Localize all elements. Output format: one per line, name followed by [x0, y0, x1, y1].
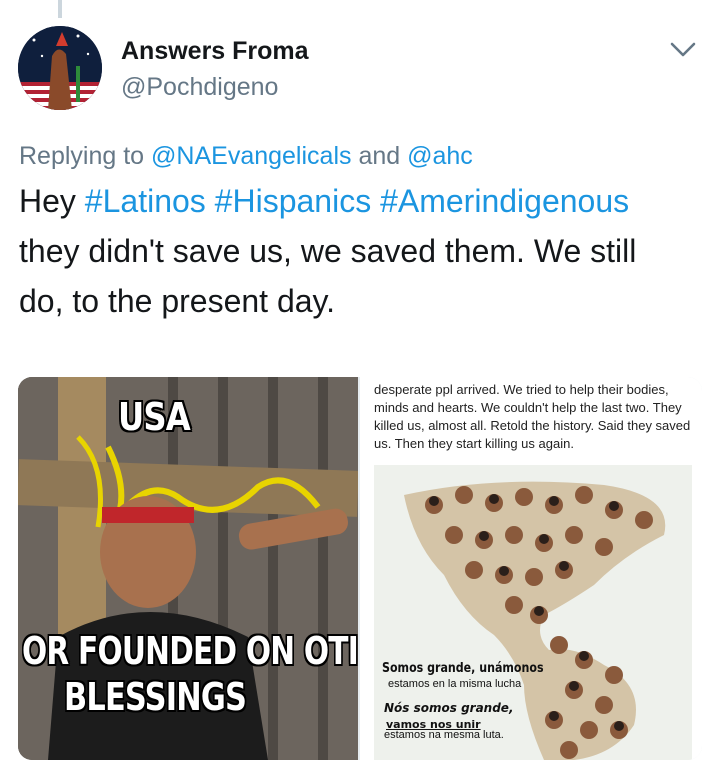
user-handle[interactable]: @Pochdigeno	[121, 72, 278, 102]
tweet-text-line3: do, to the present day.	[19, 283, 336, 319]
map-text-spanish-heading: Somos grande, unámonos	[382, 661, 544, 676]
chevron-down-icon[interactable]	[666, 36, 700, 62]
image-caption-text: desperate ppl arrived. We tried to help …	[374, 382, 691, 451]
map-text-portuguese-sub: estamos na mesma luta.	[384, 729, 504, 741]
peoples-of-americas-map: Somos grande, unámonos estamos en la mis…	[374, 465, 692, 760]
media-image-meme[interactable]: USA OR FOUNDED ON OTI BLESSINGS	[18, 377, 358, 760]
tweet-text-line2: they didn't save us, we saved them. We s…	[19, 233, 637, 269]
hashtag-hispanics[interactable]: #Hispanics	[215, 183, 372, 219]
media-gallery: USA OR FOUNDED ON OTI BLESSINGS desperat…	[18, 377, 702, 760]
meme-bottom-text-line1: OR FOUNDED ON OTI	[22, 629, 358, 673]
meme-bottom-text-line2: BLESSINGS	[64, 675, 247, 719]
avatar-image	[18, 26, 102, 110]
mention-ahc[interactable]: @ahc	[407, 142, 473, 170]
tweet-word-hey: Hey	[19, 183, 76, 219]
thread-connector-line	[58, 0, 62, 18]
hashtag-latinos[interactable]: #Latinos	[85, 183, 206, 219]
map-text-portuguese-heading: Nós somos grande,	[384, 701, 514, 715]
and-label: and	[358, 142, 401, 170]
display-name[interactable]: Answers Froma	[121, 36, 309, 66]
replying-to-line: Replying to @NAEvangelicals and @ahc	[19, 140, 473, 172]
media-image-map[interactable]: desperate ppl arrived. We tried to help …	[360, 377, 702, 760]
hashtag-amerindigenous[interactable]: #Amerindigenous	[380, 183, 629, 219]
americas-map-graphic	[374, 465, 692, 760]
meme-top-text: USA	[118, 395, 191, 439]
tweet-text: Hey #Latinos #Hispanics #Amerindigenous …	[19, 176, 709, 326]
mention-naevangelicals[interactable]: @NAEvangelicals	[151, 142, 351, 170]
replying-to-label: Replying to	[19, 142, 145, 170]
map-text-spanish-sub: estamos en la misma lucha	[388, 678, 522, 690]
tweet-text-line1: Hey #Latinos #Hispanics #Amerindigenous	[19, 176, 709, 226]
user-avatar[interactable]	[18, 26, 102, 110]
